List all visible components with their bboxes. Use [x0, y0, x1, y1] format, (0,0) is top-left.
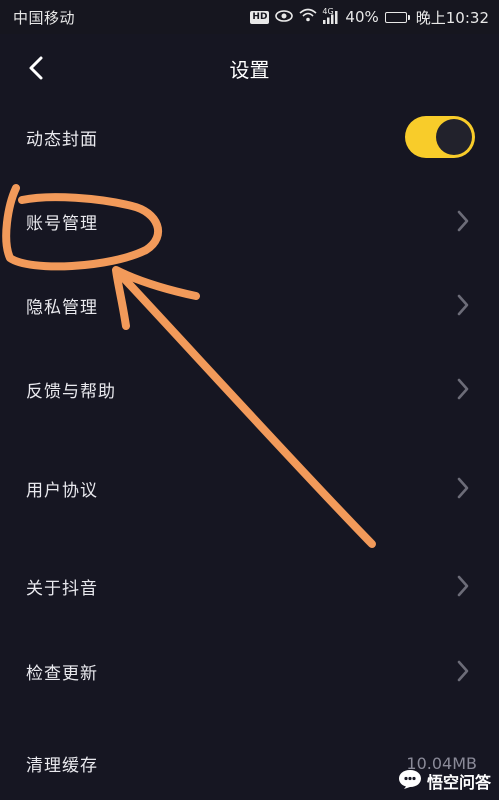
chevron-right-icon — [453, 657, 473, 685]
chevron-right-icon — [453, 572, 473, 600]
watermark: 悟空问答 — [398, 768, 491, 794]
chevron-right-icon — [453, 291, 473, 319]
setting-agreement[interactable]: 用户协议 — [0, 458, 499, 518]
setting-label: 动态封面 — [26, 129, 98, 150]
setting-account[interactable]: 账号管理 — [0, 191, 499, 251]
chevron-right-icon — [453, 474, 473, 502]
setting-dynamic-cover[interactable]: 动态封面 — [0, 107, 499, 167]
setting-update[interactable]: 检查更新 — [0, 641, 499, 701]
watermark-text: 悟空问答 — [426, 773, 491, 792]
setting-label: 清理缓存 — [26, 755, 98, 776]
dynamic-cover-toggle[interactable] — [405, 116, 475, 158]
settings-list: 动态封面 账号管理 隐私管理 反馈与帮助 用户协议 关于抖音 检查更新 清理缓存… — [0, 0, 499, 800]
chat-bubble-icon — [398, 768, 422, 794]
setting-label: 账号管理 — [26, 213, 98, 234]
chevron-right-icon — [453, 375, 473, 403]
setting-label: 用户协议 — [26, 480, 98, 501]
chevron-right-icon — [453, 207, 473, 235]
setting-privacy[interactable]: 隐私管理 — [0, 275, 499, 335]
setting-label: 关于抖音 — [26, 578, 98, 599]
setting-label: 反馈与帮助 — [26, 381, 116, 402]
settings-screen: 中国移动 HD 4G 40% 晚上10:32 设置 动态封面 账号管理 隐私管理… — [0, 0, 499, 800]
setting-label: 检查更新 — [26, 663, 98, 684]
setting-label: 隐私管理 — [26, 297, 98, 318]
setting-about[interactable]: 关于抖音 — [0, 556, 499, 616]
toggle-knob — [436, 119, 472, 155]
setting-feedback[interactable]: 反馈与帮助 — [0, 359, 499, 419]
